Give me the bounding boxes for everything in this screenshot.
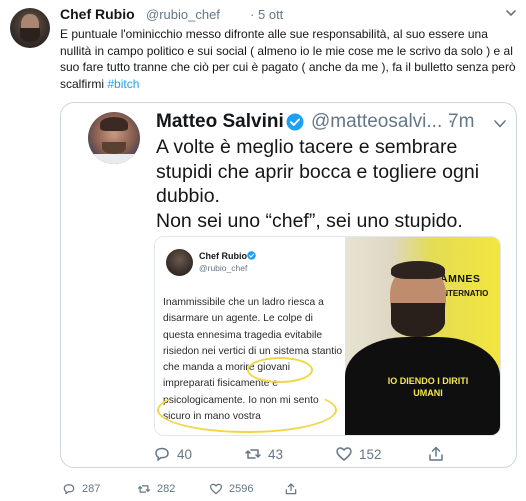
share-icon — [429, 446, 443, 461]
avatar-beard — [102, 142, 126, 154]
quoted-avatar[interactable] — [88, 112, 140, 164]
highlight-circle — [247, 357, 313, 383]
time-separator: · — [250, 7, 255, 22]
quoted-retweet-button[interactable]: 43 — [244, 445, 283, 463]
verified-badge-icon — [286, 113, 304, 131]
quoted-text-line-1: A volte è meglio tacere e sembrare stupi… — [156, 136, 480, 207]
reply-button[interactable]: 287 — [62, 482, 100, 496]
inner-author-handle: @rubio_chef — [199, 263, 248, 273]
quoted-like-count: 152 — [359, 446, 382, 462]
quoted-media-image[interactable]: Chef Rubio @rubio_chef Inammissibile che… — [154, 236, 501, 436]
retweet-icon — [245, 449, 261, 459]
tweet-time[interactable]: 5 ott — [258, 7, 283, 22]
avatar-shirt — [88, 154, 140, 164]
chevron-down-icon[interactable] — [493, 117, 507, 131]
avatar-beard — [20, 28, 40, 42]
like-count: 2596 — [229, 483, 254, 495]
reply-icon — [63, 484, 75, 495]
author-handle[interactable]: @rubio_chef — [146, 7, 220, 22]
screenshot-panel: Chef Rubio @rubio_chef Inammissibile che… — [155, 237, 345, 435]
share-icon — [285, 483, 297, 495]
avatar[interactable] — [10, 8, 50, 48]
shirt-text: IO DIENDO I DIRITI UMANI — [387, 376, 469, 398]
banner-text: AMNES — [440, 273, 481, 285]
quoted-author-name[interactable]: Matteo Salvini — [156, 111, 284, 133]
quoted-author-handle[interactable]: @matteosalvi... · — [311, 111, 454, 133]
photo-panel: AMNES INTERNATIO IO DIENDO I DIRITI UMAN… — [345, 237, 500, 435]
retweet-count: 282 — [157, 483, 176, 495]
heart-icon — [336, 447, 352, 461]
person-beard — [391, 303, 445, 337]
quoted-handle-text: @matteosalvi... — [311, 111, 443, 132]
reply-count: 287 — [82, 483, 101, 495]
quoted-text-line-2: Non sei uno “chef”, sei uno stupido. — [156, 209, 463, 232]
retweet-button[interactable]: 282 — [137, 482, 175, 496]
retweet-icon — [137, 485, 151, 493]
heart-icon — [209, 483, 223, 495]
inner-avatar — [166, 249, 193, 276]
verified-badge-icon — [247, 251, 256, 260]
hashtag-link[interactable]: #bitch — [107, 77, 139, 91]
quoted-reply-count: 40 — [177, 446, 193, 462]
quoted-tweet[interactable]: Matteo Salvini @matteosalvi... · 7m A vo… — [60, 102, 517, 468]
quoted-retweet-count: 43 — [268, 446, 284, 462]
highlight-circle — [157, 387, 337, 433]
author-name[interactable]: Chef Rubio — [60, 6, 135, 22]
tweet-text: E puntuale l'ominicchio messo difronte a… — [60, 26, 516, 92]
chevron-down-icon[interactable] — [504, 6, 518, 20]
quoted-share-button[interactable] — [427, 445, 445, 463]
person-hair — [391, 261, 445, 279]
quoted-like-button[interactable]: 152 — [335, 445, 382, 463]
quoted-tweet-text: A volte è meglio tacere e sembrare stupi… — [156, 135, 506, 233]
banner-subtext: INTERNATIO — [440, 289, 489, 298]
avatar-hair — [100, 117, 128, 131]
inner-author-name: Chef Rubio — [199, 251, 247, 261]
like-button[interactable]: 2596 — [209, 482, 253, 496]
quoted-tweet-time[interactable]: 7m — [448, 111, 474, 133]
quoted-reply-button[interactable]: 40 — [153, 445, 192, 463]
reply-icon — [155, 447, 169, 461]
share-button[interactable] — [284, 482, 298, 496]
